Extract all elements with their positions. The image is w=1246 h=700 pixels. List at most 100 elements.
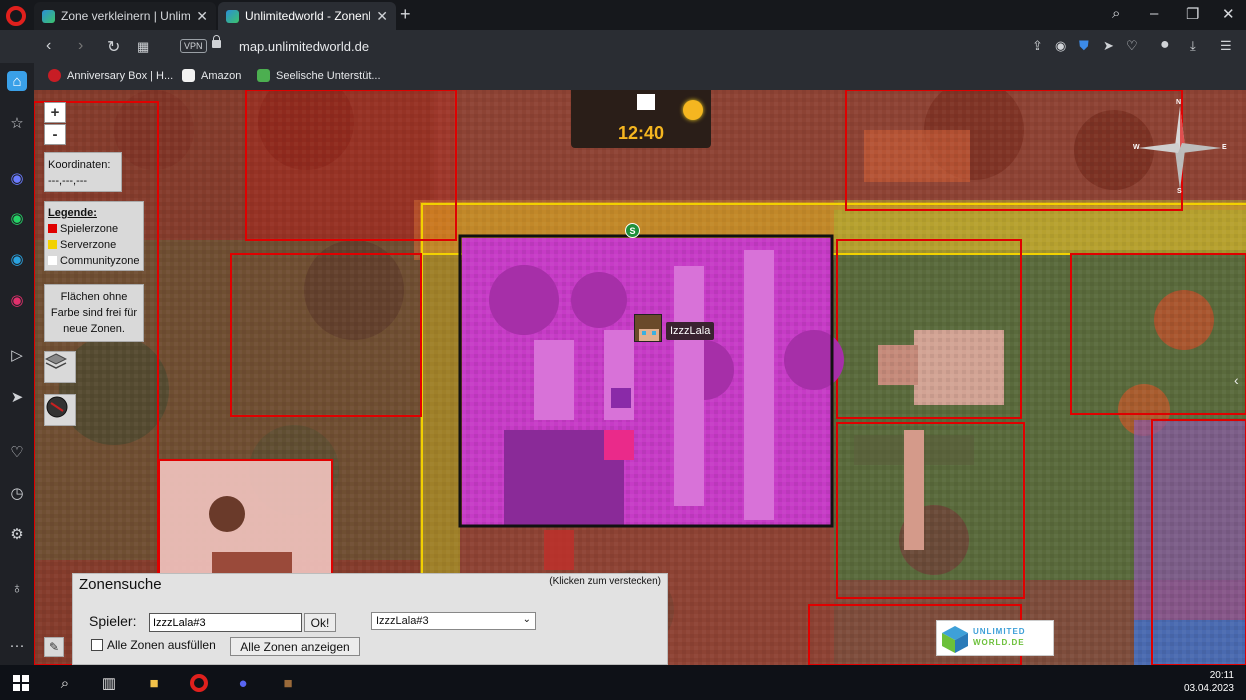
tab-zonenkarte[interactable]: Unlimitedworld - Zonenkar ✕ [218, 2, 396, 30]
ok-button[interactable]: Ok! [304, 613, 336, 632]
tab-title: Zone verkleinern | Unlimite [61, 9, 191, 23]
bookmark-amazon[interactable]: Amazon [182, 69, 241, 82]
opera-sidebar: ⌂ ☆ ◉ ◉ ◉ ◉ ▷ ➤ ♡ ◷ ⚙ ♁ ··· [0, 63, 34, 665]
compass-rose-icon [1138, 106, 1222, 190]
send-icon[interactable]: ➤ [7, 387, 27, 407]
lightbulb-icon[interactable]: ♁ [7, 578, 27, 598]
vpn-badge[interactable]: VPN [180, 39, 207, 53]
layers-button[interactable] [44, 351, 76, 383]
coordinates-panel: Koordinaten: ---,---,--- [44, 152, 122, 192]
opera-logo[interactable] [6, 6, 26, 26]
new-tab-icon[interactable]: + [400, 4, 411, 25]
search-icon[interactable]: ⌕ [54, 672, 76, 694]
back-icon[interactable]: ‹ [46, 37, 51, 55]
forward-icon[interactable]: › [78, 37, 83, 55]
tab-zone-verkleinern[interactable]: Zone verkleinern | Unlimite ✕ [34, 2, 216, 30]
clock-time: 12:40 [617, 123, 665, 143]
url-field[interactable]: map.unlimitedworld.de [239, 39, 369, 54]
player-icon[interactable]: ▷ [7, 345, 27, 365]
zone-select-value: IzzzLala#3 [376, 615, 429, 627]
telegram-icon[interactable]: ◉ [7, 249, 27, 269]
search-tabs-icon[interactable]: ⌕ [1112, 5, 1120, 22]
zonensuche-panel: Zonensuche (Klicken zum verstecken) Spie… [72, 573, 668, 665]
bookmark-label: Anniversary Box | H... [67, 69, 174, 82]
minecraft-icon[interactable]: ■ [277, 672, 299, 694]
clock-tray[interactable]: 20:11 03.04.2023 [1184, 669, 1234, 695]
zonensuche-title[interactable]: Zonensuche [79, 576, 162, 593]
windows-start-icon[interactable] [10, 672, 32, 694]
settings-sliders-icon[interactable]: ☰ [1220, 38, 1232, 54]
opera-taskbar-icon[interactable] [188, 672, 210, 694]
compass-s: S [1177, 188, 1182, 195]
logo-line1: UNLIMITED [973, 627, 1026, 636]
fill-all-zones-checkbox[interactable] [91, 639, 103, 651]
more-icon[interactable]: ··· [7, 635, 27, 655]
amazon-icon [182, 69, 195, 82]
free-area-hint: Flächen ohne Farbe sind frei für neue Zo… [44, 284, 144, 342]
restore-icon[interactable]: ❐ [1186, 5, 1199, 23]
chevron-down-icon: ⌄ [522, 614, 531, 625]
messenger-icon[interactable]: ◉ [7, 168, 27, 188]
player-label: Spieler: [89, 613, 137, 629]
player-name-label[interactable]: IzzzLala [666, 322, 715, 340]
tab-favicon-icon [42, 9, 55, 23]
star-icon[interactable]: ☆ [7, 113, 27, 133]
history-icon[interactable]: ◷ [7, 483, 27, 503]
legend-swatch [48, 256, 57, 265]
camera-icon[interactable]: ◉ [1055, 38, 1066, 54]
close-icon[interactable]: ✕ [196, 8, 208, 25]
bookmark-label: Seelische Unterstüt... [276, 69, 381, 82]
reload-icon[interactable]: ↻ [107, 37, 120, 57]
tab-bar: Zone verkleinern | Unlimite ✕ Unlimitedw… [0, 0, 1246, 30]
compass-n: N [1176, 99, 1182, 106]
home-icon[interactable]: ⌂ [7, 71, 27, 91]
send-icon[interactable]: ➤ [1103, 38, 1114, 54]
profile-icon[interactable]: ● [1160, 36, 1170, 54]
zoom-in-button[interactable]: + [44, 102, 66, 123]
compass-toggle-icon [46, 396, 68, 418]
adblock-shield-icon[interactable]: ⛊ [1079, 38, 1089, 54]
sidebar-expand-chevron-icon[interactable]: ‹ [1234, 372, 1239, 388]
player-search-input[interactable] [149, 613, 302, 632]
task-view-icon[interactable]: ▥ [98, 672, 120, 694]
heart-icon[interactable]: ♡ [1126, 38, 1138, 54]
show-all-zones-button[interactable]: Alle Zonen anzeigen [230, 637, 360, 656]
file-explorer-icon[interactable]: ■ [143, 672, 165, 694]
discord-icon[interactable]: ● [232, 672, 254, 694]
lock-icon[interactable] [212, 35, 221, 48]
fill-all-zones-label[interactable]: Alle Zonen ausfüllen [107, 638, 216, 652]
tabs-grid-icon[interactable]: ▦ [137, 39, 149, 55]
settings-icon[interactable]: ⚙ [7, 524, 27, 544]
compass-w: W [1133, 144, 1140, 151]
edit-link-button[interactable]: ✎ [44, 637, 64, 657]
instagram-icon[interactable]: ◉ [7, 290, 27, 310]
minimize-icon[interactable]: – [1150, 5, 1158, 22]
bookmark-favicon-icon [48, 69, 61, 82]
share-icon[interactable]: ⇪ [1032, 38, 1043, 54]
whatsapp-icon[interactable]: ◉ [7, 208, 27, 228]
close-icon[interactable]: ✕ [376, 8, 388, 25]
bookmark-seelische[interactable]: Seelische Unterstüt... [257, 69, 381, 82]
legend-title: Legende: [48, 207, 97, 219]
layers-icon [45, 353, 67, 369]
cube-logo-icon [942, 626, 968, 653]
sun-icon [683, 100, 703, 120]
bookmark-label: Amazon [201, 69, 242, 82]
compass-e: E [1222, 144, 1227, 151]
zone-select[interactable]: IzzzLala#3 ⌄ [371, 612, 536, 630]
player-avatar-icon[interactable] [634, 314, 662, 342]
download-icon[interactable]: ⤓ [1190, 38, 1196, 54]
heart-icon[interactable]: ♡ [7, 442, 27, 462]
compass-toggle-button[interactable] [44, 394, 76, 426]
zoom-out-button[interactable]: - [44, 124, 66, 145]
legend-item-communityzone: Communityzone [48, 253, 140, 269]
bookmark-anniversary[interactable]: Anniversary Box | H... [48, 69, 173, 82]
unlimitedworld-logo[interactable]: UNLIMITED WORLD.DE [936, 620, 1054, 656]
windows-taskbar: ⌕ ▥ ■ ● ■ 20:11 03.04.2023 [0, 665, 1246, 700]
bookmark-favicon-icon [257, 69, 270, 82]
bookmarks-bar: Anniversary Box | H... Amazon Seelische … [0, 63, 1246, 90]
hide-panel-hint[interactable]: (Klicken zum verstecken) [549, 576, 661, 587]
compass-rose: N S E W [1132, 99, 1228, 196]
close-window-icon[interactable]: ✕ [1222, 5, 1235, 23]
spawn-marker[interactable]: S [625, 223, 640, 238]
